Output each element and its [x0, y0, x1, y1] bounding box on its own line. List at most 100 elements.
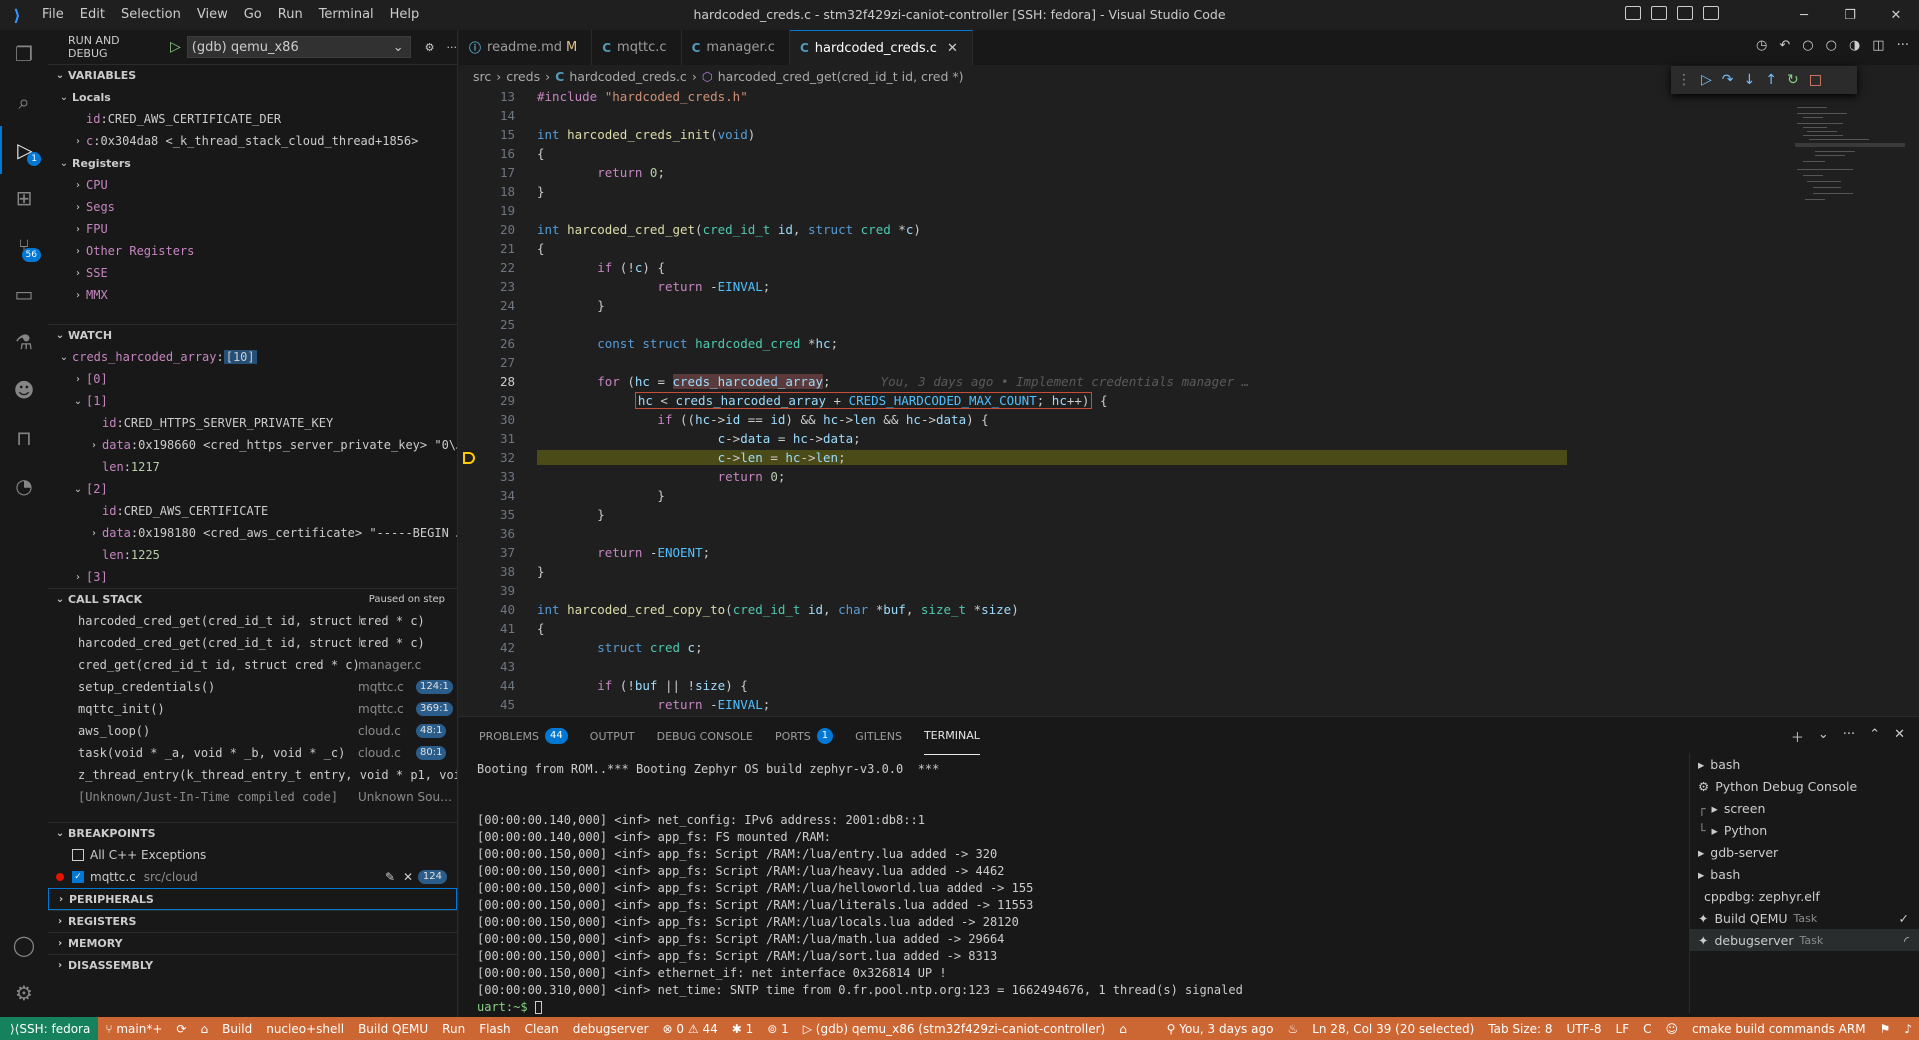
explorer-icon[interactable]: ❐ [0, 30, 48, 78]
memory-section-header[interactable]: › MEMORY [48, 932, 457, 954]
callstack-frame[interactable]: task(void * _a, void * _b, void * _c) clo… [48, 742, 457, 764]
menu-help[interactable]: Help [382, 0, 428, 30]
callstack-frame[interactable]: harcoded_cred_get(cred_id_t id, struct c… [48, 610, 457, 632]
locals-scope[interactable]: ⌄ Locals [48, 86, 457, 108]
notifications-bell-icon[interactable]: ♪ [1897, 1022, 1919, 1036]
git-branch[interactable]: ⑂ main*+ [98, 1022, 169, 1036]
registers-section-header[interactable]: › REGISTERS [48, 910, 457, 932]
cmake-status[interactable]: cmake build commands ARM [1685, 1022, 1873, 1036]
remove-breakpoint-icon[interactable]: ✕ [403, 870, 413, 884]
callstack-frame[interactable]: cred_get(cred_id_t id, struct cred * c) m… [48, 654, 457, 676]
task-nucleo-shell[interactable]: nucleo+shell [259, 1022, 351, 1036]
more-actions-icon[interactable]: ··· [1897, 38, 1909, 53]
extensions-icon[interactable]: ⊞ [0, 174, 48, 222]
circle-icon[interactable]: ○ [1802, 38, 1813, 53]
callstack-frame[interactable]: aws_loop() cloud.c 48:1 [48, 720, 457, 742]
watch-field[interactable]: len: 1225 [48, 544, 457, 566]
terminal-list-item[interactable]: ✦ Build QEMU Task ✓ [1690, 907, 1919, 929]
task-flash[interactable]: Flash [472, 1022, 517, 1036]
live-share-icon[interactable]: ⌂ [1112, 1022, 1134, 1036]
debug-config-select[interactable]: (gdb) qemu_x86 ⌄ [186, 36, 411, 58]
language-mode[interactable]: C [1636, 1022, 1658, 1036]
terminal-list-item[interactable]: ▸ gdb-server [1690, 841, 1919, 863]
sync-icon[interactable]: ⟳ [169, 1022, 193, 1036]
task-clean[interactable]: Clean [518, 1022, 566, 1036]
terminal-list-item[interactable]: ┌ ▸ screen [1690, 797, 1919, 819]
tab-manager[interactable]: Cmanager.c [681, 30, 790, 65]
registers-scope[interactable]: ⌄ Registers [48, 152, 457, 174]
menu-go[interactable]: Go [236, 0, 270, 30]
watch-item[interactable]: ⌄ [2] [48, 478, 457, 500]
close-tab-icon[interactable]: ✕ [947, 41, 958, 56]
source-control-icon[interactable]: ⑂ 56 [0, 222, 48, 270]
terminal-list-item[interactable]: ✦ debugserver Task ◜ [1690, 929, 1919, 951]
code-editor[interactable]: 13 #include "hardcoded_creds.h" 14 15 int … [459, 87, 1919, 716]
circle-icon[interactable]: ○ [1826, 38, 1837, 53]
terminal-list-item[interactable]: └ ▸ Python [1690, 819, 1919, 841]
close-panel-icon[interactable]: ✕ [1894, 727, 1905, 746]
tab-problems[interactable]: PROBLEMS 44 [479, 717, 568, 755]
register-group[interactable]: › MMX [48, 284, 457, 306]
chevron-down-icon[interactable]: ⌄ [1818, 727, 1829, 746]
callstack-frame[interactable]: [Unknown/Just-In-Time compiled code] Unkn… [48, 786, 457, 808]
encoding[interactable]: UTF-8 [1560, 1022, 1609, 1036]
new-terminal-plus-icon[interactable]: ＋ [1791, 727, 1804, 746]
tab-terminal[interactable]: TERMINAL [923, 717, 980, 755]
breadcrumb-item[interactable]: harcoded_cred_get(cred_id_t id, cred *) [718, 69, 964, 84]
tab-debug-console[interactable]: DEBUG CONSOLE [657, 717, 753, 755]
customize-layout-icon[interactable] [1703, 6, 1719, 20]
split-editor-icon[interactable]: ◫ [1872, 38, 1884, 53]
callstack-frame[interactable]: harcoded_cred_get(cred_id_t id, struct c… [48, 632, 457, 654]
variables-section-header[interactable]: ⌄ VARIABLES [48, 64, 457, 86]
terminal-list-item[interactable]: ▸ bash [1690, 863, 1919, 885]
task-debugserver[interactable]: debugserver [566, 1022, 656, 1036]
checkbox[interactable] [72, 849, 84, 861]
tab-mqttc[interactable]: Cmqttc.c [592, 30, 682, 65]
task-build[interactable]: Build [215, 1022, 259, 1036]
minimap[interactable] [1795, 87, 1905, 287]
menu-terminal[interactable]: Terminal [311, 0, 382, 30]
stop-icon[interactable]: □ [1809, 72, 1822, 88]
menu-edit[interactable]: Edit [72, 0, 113, 30]
task-run[interactable]: Run [435, 1022, 472, 1036]
menu-view[interactable]: View [189, 0, 236, 30]
restore-icon[interactable]: ❐ [1827, 8, 1873, 23]
manage-gear-icon[interactable]: ⚙ [0, 969, 48, 1017]
watch-item[interactable]: › [0] [48, 368, 457, 390]
terminal-prompt-line[interactable]: uart:~$ [477, 999, 1677, 1016]
menu-file[interactable]: File [34, 0, 72, 30]
debug-config-status[interactable]: ▷ (gdb) qemu_x86 (stm32f429zi-caniot-con… [796, 1022, 1112, 1036]
tab-readme[interactable]: ⓘ readme.md M [459, 30, 593, 65]
checkbox-checked-icon[interactable]: ✓ [72, 871, 84, 883]
gitlens-icon[interactable]: ◔ [0, 462, 48, 510]
breadcrumb-item[interactable]: hardcoded_creds.c [569, 69, 687, 84]
git-blame-status[interactable]: ⚲ You, 3 days ago [1160, 1022, 1281, 1036]
watch-field[interactable]: id: CRED_AWS_CERTIFICATE [48, 500, 457, 522]
close-window-icon[interactable]: ✕ [1873, 8, 1919, 23]
variable-row[interactable]: › c: 0x304da8 <_k_thread_stack_cloud_thre… [48, 130, 457, 152]
tab-ports[interactable]: PORTS 1 [775, 717, 834, 755]
remote-indicator[interactable]: ⟩⟨ SSH: fedora [0, 1017, 99, 1040]
search-icon[interactable]: ⌕ [0, 78, 48, 126]
watch-field[interactable]: › data: 0x198180 <cred_aws_certificate> "… [48, 522, 457, 544]
accounts-icon[interactable]: ◯ [0, 921, 48, 969]
terminal-list-item[interactable]: ▸ bash [1690, 753, 1919, 775]
watch-field[interactable]: id: CRED_HTTPS_SERVER_PRIVATE_KEY [48, 412, 457, 434]
callstack-frame[interactable]: z_thread_entry(k_thread_entry_t entry, v… [48, 764, 457, 786]
minimize-icon[interactable]: ─ [1781, 8, 1827, 23]
bookmarks-icon[interactable]: ⊓ [0, 414, 48, 462]
copilot-icon[interactable]: ☺ [1659, 1022, 1686, 1036]
terminal-list-item[interactable]: cppdbg: zephyr.elf [1690, 885, 1919, 907]
watch-field[interactable]: › data: 0x198660 <cred_https_server_priva… [48, 434, 457, 456]
end-of-line[interactable]: LF [1609, 1022, 1637, 1036]
timeline-icon[interactable]: ◷ [1756, 38, 1767, 53]
testing-icon[interactable]: ⚗ [0, 318, 48, 366]
run-debug-icon[interactable]: ▷ 1 [0, 126, 48, 174]
breakpoint-item[interactable]: ✓ mqttc.c src/cloud ✎ ✕ 124 [48, 866, 457, 888]
problems-indicator[interactable]: ⊗ 0 ⚠ 44 [656, 1022, 725, 1036]
debug-settings-gear-icon[interactable]: ⚙ [425, 41, 435, 54]
flame-icon[interactable]: ♨ [1280, 1022, 1305, 1036]
register-group[interactable]: › SSE [48, 262, 457, 284]
step-out-icon[interactable]: ↑ [1765, 72, 1777, 88]
more-actions-icon[interactable]: ··· [1843, 727, 1855, 746]
